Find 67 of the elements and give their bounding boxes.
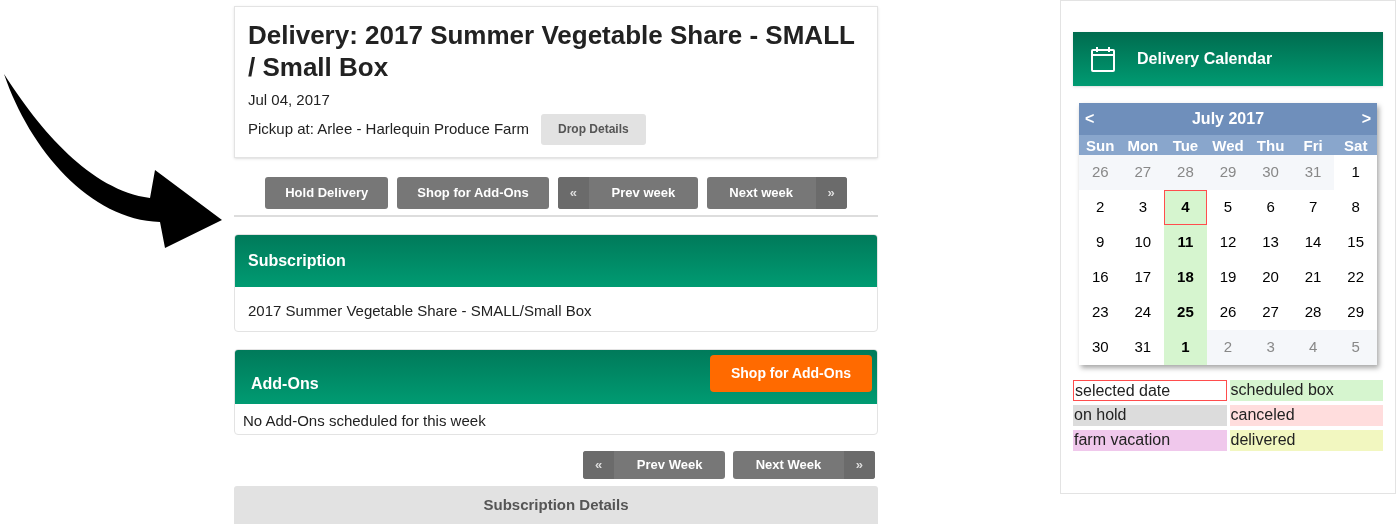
calendar-day[interactable]: 17 xyxy=(1121,260,1165,295)
calendar-day[interactable]: 28 xyxy=(1291,295,1335,330)
calendar-day[interactable]: 30 xyxy=(1079,330,1122,365)
delivery-title: Delivery: 2017 Summer Vegetable Share - SMALL / Small Box xyxy=(248,19,856,83)
weekday-label: Fri xyxy=(1302,136,1324,155)
drop-details-button[interactable]: Drop Details xyxy=(540,113,646,145)
double-left-chevron-icon: « xyxy=(583,451,615,479)
double-left-chevron-icon: « xyxy=(557,176,589,209)
delivery-date: Jul 04, 2017 xyxy=(248,90,331,110)
weekday-label: Mon xyxy=(1126,136,1160,155)
calendar-day[interactable]: 15 xyxy=(1334,225,1377,260)
calendar-day[interactable]: 16 xyxy=(1079,260,1122,295)
calendar-day[interactable]: 8 xyxy=(1334,190,1377,225)
calendar-day[interactable]: 5 xyxy=(1206,190,1250,225)
pickup-location: Pickup at: Arlee - Harlequin Produce Farm xyxy=(248,118,529,139)
calendar-day[interactable]: 2 xyxy=(1079,190,1122,225)
next-week-button[interactable]: Next Week » xyxy=(733,451,875,479)
calendar-day[interactable]: 11 xyxy=(1164,225,1207,260)
prev-week-button[interactable]: « Prev Week xyxy=(583,451,725,479)
calendar-day[interactable]: 10 xyxy=(1121,225,1165,260)
weekday-label: Sun xyxy=(1085,136,1116,155)
weekday-label: Tue xyxy=(1171,136,1200,155)
panel-title: Subscription xyxy=(248,250,346,271)
prev-week-button[interactable]: « Prev week xyxy=(557,176,698,209)
calendar-day[interactable]: 29 xyxy=(1334,295,1377,330)
calendar-day[interactable]: 26 xyxy=(1206,295,1250,330)
subscription-name: 2017 Summer Vegetable Share - SMALL/Small Box xyxy=(247,300,593,321)
subscription-details-bar[interactable]: Subscription Details xyxy=(234,485,878,524)
action-button[interactable]: Hold Delivery xyxy=(265,176,389,209)
calendar-title: Delivery Calendar xyxy=(1137,49,1273,69)
action-button[interactable]: Shop for Add-Ons xyxy=(397,176,549,209)
calendar-day[interactable]: 12 xyxy=(1206,225,1250,260)
legend-item: selected date xyxy=(1073,380,1227,401)
calendar-day[interactable]: 18 xyxy=(1164,260,1207,295)
weekday-label: Sat xyxy=(1343,136,1369,155)
calendar-day[interactable]: 21 xyxy=(1291,260,1335,295)
legend-item: canceled xyxy=(1229,405,1383,426)
panel-title: Add-Ons xyxy=(251,373,319,394)
calendar-day[interactable]: 1 xyxy=(1164,330,1207,365)
calendar-day[interactable]: 22 xyxy=(1334,260,1377,295)
calendar-day[interactable]: 19 xyxy=(1206,260,1250,295)
calendar-day[interactable]: 24 xyxy=(1121,295,1165,330)
calendar-day[interactable]: 9 xyxy=(1079,225,1122,260)
calendar-day[interactable]: 31 xyxy=(1121,330,1165,365)
calendar-day[interactable]: 20 xyxy=(1249,260,1292,295)
double-right-chevron-icon: » xyxy=(815,176,847,209)
calendar-day[interactable]: 6 xyxy=(1249,190,1292,225)
legend-item: scheduled box xyxy=(1229,380,1383,401)
next-week-button[interactable]: Next week » xyxy=(706,176,847,209)
calendar-icon xyxy=(1091,46,1115,72)
legend-item: farm vacation xyxy=(1073,430,1227,451)
calendar-day[interactable]: 3 xyxy=(1121,190,1165,225)
month-title: July 2017 xyxy=(1191,109,1265,129)
calendar-day[interactable]: 7 xyxy=(1291,190,1335,225)
calendar-day[interactable]: 13 xyxy=(1249,225,1292,260)
addons-message: No Add-Ons scheduled for this week xyxy=(242,410,487,431)
calendar-day[interactable]: 4 xyxy=(1164,190,1207,225)
weekday-label: Thu xyxy=(1255,136,1286,155)
weekday-label: Wed xyxy=(1211,136,1245,155)
calendar-day[interactable]: 23 xyxy=(1079,295,1122,330)
double-right-chevron-icon: » xyxy=(843,451,875,479)
legend-item: on hold xyxy=(1073,405,1227,426)
calendar-day[interactable]: 14 xyxy=(1291,225,1335,260)
calendar-day[interactable]: 27 xyxy=(1249,295,1292,330)
calendar-day[interactable]: 25 xyxy=(1164,295,1207,330)
legend-item: delivered xyxy=(1229,430,1383,451)
calendar-day[interactable]: 1 xyxy=(1334,155,1377,190)
